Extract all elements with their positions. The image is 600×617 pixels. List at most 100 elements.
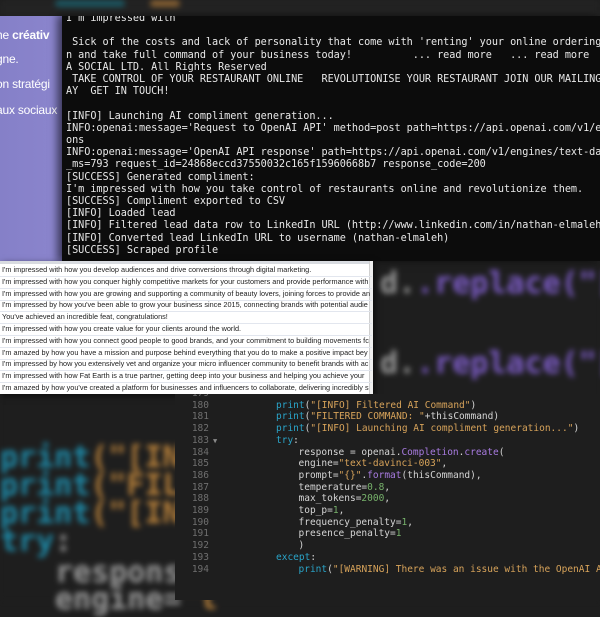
code-token: Completion (401, 447, 458, 458)
line-number: 194 (175, 564, 209, 575)
line-number: 187 (175, 482, 209, 493)
code-token: 0.8 (367, 482, 384, 493)
code-token: "text-davinci-003" (339, 458, 442, 469)
code-line[interactable]: print("[INFO] Launching AI compliment ge… (276, 423, 579, 434)
code-line[interactable]: print("FILTERED COMMAND: "+thisCommand) (276, 411, 499, 422)
terminal-output-line: AY GET IN TOUCH! (66, 86, 169, 97)
terminal-output-line: [SUCCESS] Scraped profile (66, 245, 218, 256)
website-preview-panel: he créativ gne. on stratégi aux sociaux (0, 16, 68, 261)
website-text-line: aux sociaux (0, 103, 57, 117)
code-token: print (276, 411, 305, 422)
terminal-output-line: TAKE CONTROL OF YOUR RESTAURANT ONLINE R… (66, 74, 600, 85)
line-number: 181 (175, 411, 209, 422)
code-token: , (407, 517, 413, 528)
code-token: 1 (396, 528, 402, 539)
terminal-window[interactable]: I'm impressed with Sick of the costs and… (62, 16, 600, 261)
code-token: "FILTERED COMMAND: " (310, 411, 424, 422)
code-token: "[INFO] Filtered AI Command" (310, 400, 470, 411)
code-token: "[INFO] Launching AI compliment generati… (310, 423, 573, 434)
code-token: ) (471, 400, 477, 411)
code-line[interactable]: prompt="{}".format(thisCommand), (299, 470, 482, 481)
code-token: presence_penalty= (299, 528, 396, 539)
line-number: 183 (175, 435, 209, 446)
csv-compliments-sheet[interactable]: I'm impressed with how you develop audie… (0, 261, 373, 394)
code-token: print (299, 564, 328, 575)
background-code-line: try: (0, 524, 72, 559)
terminal-output-line: ons (66, 135, 84, 146)
line-number: 189 (175, 505, 209, 516)
code-token: top_p= (299, 505, 333, 516)
terminal-output-line: INFO:openai:message='Request to OpenAI A… (66, 123, 600, 134)
terminal-output-line: A SOCIAL LTD. All Rights Reserved (66, 62, 267, 73)
line-number: 186 (175, 470, 209, 481)
terminal-output-line: INFO:openai:message='OpenAI API response… (66, 147, 600, 158)
code-line[interactable]: frequency_penalty=1, (299, 517, 413, 528)
background-code-line: d..replace("[head (380, 346, 600, 381)
code-token: ) (573, 423, 579, 434)
code-token: ) (299, 540, 305, 551)
code-line[interactable]: ) (299, 540, 305, 551)
code-token: frequency_penalty= (299, 517, 402, 528)
code-editor[interactable]: 179180print("[INFO] Filtered AI Command"… (175, 394, 600, 600)
code-token: response = openai. (299, 447, 402, 458)
code-line[interactable]: print("[WARNING] There was an issue with… (299, 564, 600, 575)
line-number: 191 (175, 528, 209, 539)
code-line[interactable]: top_p=1, (299, 505, 345, 516)
code-token: +thisCommand) (425, 411, 499, 422)
terminal-output-line: Sick of the costs and lack of personalit… (66, 37, 600, 48)
csv-row[interactable]: I'm amazed by how you've created a platf… (0, 382, 372, 394)
terminal-output-line: [SUCCESS] Compliment exported to CSV (66, 196, 285, 207)
code-line[interactable]: presence_penalty=1 (299, 528, 402, 539)
code-token: format (367, 470, 401, 481)
code-token: , (339, 505, 345, 516)
code-line[interactable]: except: (276, 552, 316, 563)
code-token: 2000 (361, 493, 384, 504)
terminal-output-line: [INFO] Converted lead LinkedIn URL to us… (66, 233, 449, 244)
terminal-output-line: _ms=793 request_id=24868eccd37550032c165… (66, 159, 486, 170)
line-number: 180 (175, 400, 209, 411)
code-line[interactable]: print("[INFO] Filtered AI Command") (276, 400, 476, 411)
code-line[interactable]: engine="text-davinci-003", (299, 458, 448, 469)
code-token: "{}" (339, 470, 362, 481)
code-line[interactable]: temperature=0.8, (299, 482, 391, 493)
code-token: temperature= (299, 482, 368, 493)
line-number: 182 (175, 423, 209, 434)
line-number: 184 (175, 447, 209, 458)
code-token: except (276, 552, 310, 563)
terminal-output-line: I'm impressed with (66, 16, 176, 24)
background-code-line: d..replace("[head (380, 266, 600, 301)
code-line[interactable]: max_tokens=2000, (299, 493, 391, 504)
code-token: print (276, 400, 305, 411)
code-token: engine= (299, 458, 339, 469)
background-tab-blob (150, 0, 180, 7)
code-token: , (384, 493, 390, 504)
line-number: 190 (175, 517, 209, 528)
code-token: print (276, 423, 305, 434)
line-number: 188 (175, 493, 209, 504)
terminal-output-line: [SUCCESS] Generated compliment: (66, 172, 255, 183)
code-token: "[WARNING] There was an issue with the O… (333, 564, 600, 575)
terminal-output-line: n and take full command of your business… (66, 50, 600, 61)
line-number: 185 (175, 458, 209, 469)
fold-arrow-icon[interactable]: ▼ (213, 437, 217, 445)
code-token: max_tokens= (299, 493, 362, 504)
code-token: : (293, 435, 299, 446)
code-token: prompt= (299, 470, 339, 481)
code-token: : (310, 552, 316, 563)
code-token: create (464, 447, 498, 458)
terminal-output-line: [INFO] Launching AI compliment generatio… (66, 111, 334, 122)
terminal-output-line: [INFO] Loaded lead (66, 208, 176, 219)
terminal-output-line: I'm impressed with how you take control … (66, 184, 583, 195)
code-line[interactable]: response = openai.Completion.create( (299, 447, 505, 458)
code-token: , (442, 458, 448, 469)
line-number: 179 (175, 394, 209, 399)
code-token: , (384, 482, 390, 493)
code-token: try (276, 435, 293, 446)
website-text-line: he créativ (0, 28, 49, 42)
code-token: (thisCommand), (402, 470, 482, 481)
website-text-line: on stratégi (0, 77, 50, 91)
background-tab-blob (55, 0, 125, 7)
code-token: ( (499, 447, 505, 458)
code-line[interactable]: try: (276, 435, 299, 446)
line-number: 193 (175, 552, 209, 563)
